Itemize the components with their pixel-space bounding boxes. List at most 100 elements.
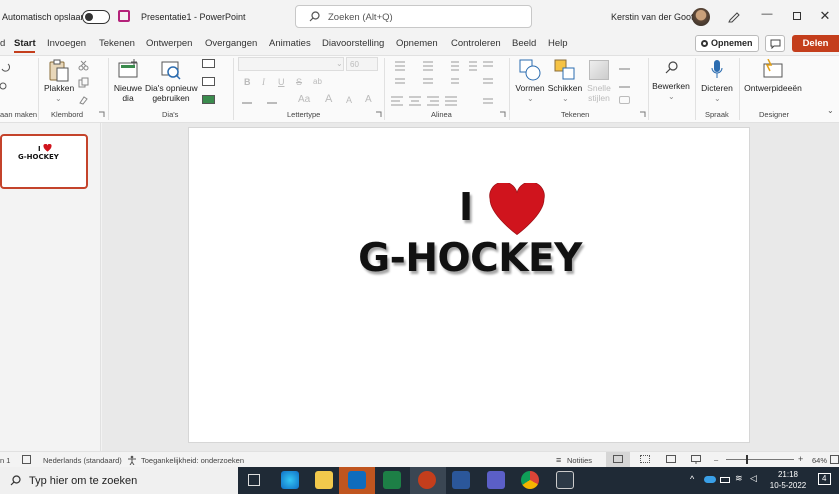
tab-slideshow[interactable]: Diavoorstelling	[322, 38, 384, 49]
minimize-icon[interactable]: —	[757, 8, 777, 20]
design-ideas-button[interactable]: Ontwerpideeën	[743, 58, 803, 104]
change-case-icon[interactable]: Aa	[298, 94, 310, 105]
tab-insert[interactable]: Invoegen	[47, 38, 86, 49]
close-icon[interactable]: ✕	[815, 8, 835, 24]
increase-font-icon[interactable]: A	[325, 93, 332, 105]
collapse-ribbon-icon[interactable]: ⌄	[827, 106, 834, 115]
redo-icon[interactable]	[0, 80, 10, 92]
search-box[interactable]: Zoeken (Alt+Q)	[295, 5, 532, 28]
spacing-button[interactable]: ab	[313, 77, 322, 86]
accessibility-status[interactable]: Toegankelijkheid: onderzoeken	[141, 456, 244, 465]
user-name[interactable]: Kerstin van der Goot	[611, 12, 694, 22]
tray-chevron-icon[interactable]: ^	[690, 474, 694, 484]
edit-label: Bewerken	[652, 81, 690, 91]
fit-to-window-icon[interactable]	[830, 455, 839, 464]
new-slide-button[interactable]: Nieuwe dia	[113, 58, 143, 104]
reading-view-icon[interactable]	[666, 455, 676, 463]
dialog-launcher-icon[interactable]	[98, 111, 105, 118]
shapes-button[interactable]: Vormen ⌄	[513, 58, 547, 104]
dialog-launcher-icon[interactable]	[499, 111, 506, 118]
save-icon[interactable]	[118, 10, 130, 22]
language[interactable]: Nederlands (standaard)	[43, 456, 122, 465]
snipping-tool-icon[interactable]	[556, 471, 574, 489]
avatar[interactable]	[692, 8, 710, 26]
task-view-icon[interactable]	[248, 474, 260, 486]
font-size-select[interactable]: 60	[346, 57, 378, 71]
teams-icon[interactable]	[487, 471, 505, 489]
tab-help[interactable]: Help	[548, 38, 568, 49]
fill-icon[interactable]	[619, 60, 630, 70]
edge-icon[interactable]	[281, 471, 299, 489]
normal-view-button[interactable]	[606, 452, 630, 467]
slide-title-line2[interactable]: G-HOCKEY	[339, 236, 601, 281]
reset-icon[interactable]	[202, 77, 215, 86]
cut-icon[interactable]	[78, 60, 89, 71]
taskbar-clock[interactable]: 21:18 10-5-2022	[764, 469, 812, 491]
notes-button[interactable]: Notities	[567, 456, 592, 465]
taskbar-search[interactable]: Typ hier om te zoeken	[0, 467, 238, 494]
restore-icon[interactable]	[793, 12, 801, 20]
dictate-button[interactable]: Dicteren ⌄	[699, 58, 735, 104]
notification-icon[interactable]: 4	[818, 473, 831, 485]
highlight-icon[interactable]	[242, 96, 252, 104]
dialog-launcher-icon[interactable]	[639, 111, 646, 118]
zoom-slider[interactable]	[726, 459, 794, 460]
onedrive-icon[interactable]	[704, 476, 716, 483]
strikethrough-button[interactable]: S	[296, 77, 302, 87]
zoom-out-icon[interactable]: –	[714, 455, 718, 464]
decrease-font-icon[interactable]: A	[346, 95, 352, 105]
font-family-select[interactable]	[238, 57, 344, 71]
layout-icon[interactable]	[202, 59, 215, 68]
slide-sorter-icon[interactable]	[640, 455, 650, 463]
outlook-icon[interactable]	[348, 471, 366, 489]
tab-draw[interactable]: Tekenen	[99, 38, 135, 49]
tab-view[interactable]: Beeld	[512, 38, 536, 49]
tab-review[interactable]: Controleren	[451, 38, 501, 49]
outline-icon[interactable]	[619, 78, 630, 88]
record-button[interactable]: Opnemen	[695, 35, 759, 52]
paragraph-controls[interactable]	[391, 59, 499, 107]
quick-styles-button[interactable]: Snelle stijlen	[584, 58, 614, 104]
italic-button[interactable]: I	[262, 77, 265, 87]
excel-icon[interactable]	[383, 471, 401, 489]
clear-format-icon[interactable]: A	[365, 94, 372, 105]
spelling-icon[interactable]	[22, 455, 31, 464]
format-painter-icon[interactable]	[78, 94, 89, 105]
slide-thumbnail[interactable]: I G-HOCKEY	[0, 134, 88, 189]
edit-button[interactable]: Bewerken ⌄	[652, 58, 690, 104]
wifi-icon[interactable]: ≋	[735, 473, 743, 484]
tab-animations[interactable]: Animaties	[269, 38, 311, 49]
slide-canvas[interactable]	[188, 127, 750, 443]
arrange-button[interactable]: Schikken ⌄	[547, 58, 583, 104]
tab-record[interactable]: Opnemen	[396, 38, 438, 49]
tab-start[interactable]: Start	[14, 38, 36, 49]
copy-icon[interactable]	[78, 77, 89, 88]
font-color-icon[interactable]	[267, 96, 277, 104]
zoom-level[interactable]: 64%	[812, 456, 827, 465]
slideshow-icon[interactable]	[691, 455, 701, 464]
autosave-toggle[interactable]	[82, 10, 110, 24]
paste-button[interactable]: Plakken ⌄	[44, 58, 74, 104]
tab-file[interactable]: d	[0, 38, 5, 49]
tab-transitions[interactable]: Overgangen	[205, 38, 257, 49]
underline-button[interactable]: U	[278, 77, 285, 87]
word-icon[interactable]	[452, 471, 470, 489]
volume-icon[interactable]: ◁	[750, 473, 757, 484]
zoom-in-icon[interactable]: +	[798, 454, 803, 464]
bold-button[interactable]: B	[244, 77, 251, 87]
share-button[interactable]: Delen	[792, 35, 839, 52]
powerpoint-icon[interactable]	[418, 471, 436, 489]
pen-icon[interactable]	[727, 9, 741, 23]
zoom-slider-thumb[interactable]	[746, 455, 748, 464]
tab-design[interactable]: Ontwerpen	[146, 38, 192, 49]
battery-icon[interactable]	[720, 477, 730, 483]
reuse-slides-button[interactable]: Dia's opnieuw gebruiken	[145, 58, 198, 104]
slide-title-line1[interactable]: I	[459, 183, 559, 236]
section-icon[interactable]	[202, 95, 215, 104]
file-explorer-icon[interactable]	[315, 471, 333, 489]
effects-icon[interactable]	[619, 96, 630, 104]
dialog-launcher-icon[interactable]	[375, 111, 382, 118]
chrome-icon[interactable]	[521, 471, 539, 489]
comments-button[interactable]	[765, 35, 785, 52]
undo-icon[interactable]	[0, 61, 10, 73]
